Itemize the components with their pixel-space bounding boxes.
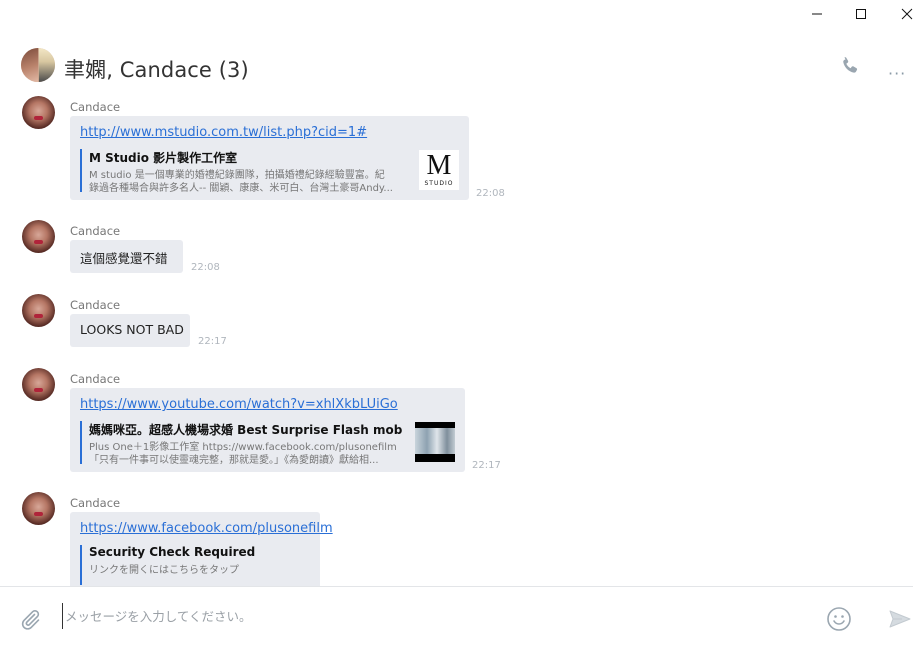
send-icon: [889, 610, 911, 628]
message-link[interactable]: http://www.mstudio.com.tw/list.php?cid=1…: [80, 125, 367, 140]
preview-title: M Studio 影片製作工作室: [89, 151, 238, 165]
member-avatar: [39, 48, 55, 82]
emoji-button[interactable]: [826, 606, 852, 632]
more-icon: ···: [888, 64, 907, 83]
preview-thumbnail: [415, 422, 455, 462]
emoji-icon: [827, 607, 851, 631]
avatar[interactable]: [22, 294, 55, 327]
chat-title[interactable]: 聿嫻, Candace (3): [64, 54, 249, 84]
message-bubble: https://www.youtube.com/watch?v=xhlXkbLU…: [70, 388, 465, 472]
thumbnail-logo-letter: M: [426, 150, 452, 181]
attach-button[interactable]: [18, 607, 42, 631]
message-text: LOOKS NOT BAD: [80, 322, 184, 337]
preview-description: 「只有一件事可以使靈魂完整，那就是愛。」《為愛朗讀》獻給相...: [89, 455, 379, 466]
avatar[interactable]: [22, 492, 55, 525]
maximize-button[interactable]: [838, 0, 884, 28]
preview-description: リンクを開くにはこちらをタップ: [89, 565, 239, 576]
preview-thumbnail: M STUDIO: [419, 150, 459, 190]
send-button[interactable]: [888, 607, 912, 631]
close-icon: [901, 8, 913, 20]
more-button[interactable]: ···: [888, 64, 906, 83]
message-item: Candace http://www.mstudio.com.tw/list.p…: [0, 92, 913, 207]
link-preview[interactable]: Security Check Required リンクを開くにはこちらをタップ: [80, 545, 305, 585]
message-item: Candace 這個感覺還不錯 22:08: [0, 216, 913, 276]
message-bubble: LOOKS NOT BAD: [70, 314, 190, 347]
group-avatar[interactable]: [21, 48, 55, 82]
message-item: Candace LOOKS NOT BAD 22:17: [0, 290, 913, 350]
message-time: 22:08: [191, 262, 220, 273]
thumbnail-frame: [415, 428, 455, 454]
message-input[interactable]: [62, 603, 802, 629]
message-item: Candace https://www.youtube.com/watch?v=…: [0, 364, 913, 479]
member-avatar: [21, 48, 38, 82]
minimize-button[interactable]: [794, 0, 840, 28]
message-composer: [0, 586, 913, 647]
sender-name: Candace: [70, 224, 121, 238]
message-bubble: http://www.mstudio.com.tw/list.php?cid=1…: [70, 116, 469, 200]
thumbnail-logo-text: STUDIO: [424, 180, 454, 187]
sender-name: Candace: [70, 298, 121, 312]
avatar[interactable]: [22, 220, 55, 253]
message-time: 22:17: [198, 336, 227, 347]
message-text: 這個感覺還不錯: [80, 251, 168, 266]
link-preview[interactable]: 媽媽咪亞。超感人機場求婚 Best Surprise Flash mob Pro…: [80, 421, 405, 466]
message-item: Candace https://www.facebook.com/plusone…: [0, 488, 913, 586]
avatar[interactable]: [22, 96, 55, 129]
message-bubble: 這個感覺還不錯: [70, 240, 183, 273]
paperclip-icon: [21, 610, 40, 630]
maximize-icon: [856, 9, 866, 19]
preview-description: M studio 是一個專業的婚禮紀錄團隊，拍攝婚禮紀錄經驗豐富。紀: [89, 170, 385, 181]
minimize-icon: [812, 13, 822, 15]
message-time: 22:08: [476, 188, 505, 199]
preview-description: Plus One＋1影像工作室 https://www.facebook.com…: [89, 442, 397, 453]
sender-name: Candace: [70, 100, 121, 114]
message-bubble: https://www.facebook.com/plusonefilm Sec…: [70, 512, 333, 586]
avatar[interactable]: [22, 368, 55, 401]
message-list[interactable]: Candace http://www.mstudio.com.tw/list.p…: [0, 92, 913, 586]
message-link[interactable]: https://www.facebook.com/plusonefilm: [80, 521, 333, 536]
call-button[interactable]: [838, 54, 862, 78]
sender-name: Candace: [70, 496, 121, 510]
message-link[interactable]: https://www.youtube.com/watch?v=xhlXkbLU…: [80, 397, 398, 412]
chat-header: 聿嫻, Candace (3) ···: [0, 40, 913, 92]
preview-title: Security Check Required: [89, 545, 256, 559]
close-button[interactable]: [884, 0, 913, 28]
preview-title: 媽媽咪亞。超感人機場求婚 Best Surprise Flash mob Pro…: [89, 423, 405, 437]
link-preview[interactable]: M Studio 影片製作工作室 M studio 是一個專業的婚禮紀錄團隊，拍…: [80, 149, 410, 194]
sender-name: Candace: [70, 372, 121, 386]
preview-description: 錄過各種場合與許多名人-- 關穎、康康、米可白、台灣土豪哥Andy...: [89, 183, 393, 194]
message-time: 22:17: [472, 460, 501, 471]
phone-icon: [843, 57, 858, 73]
